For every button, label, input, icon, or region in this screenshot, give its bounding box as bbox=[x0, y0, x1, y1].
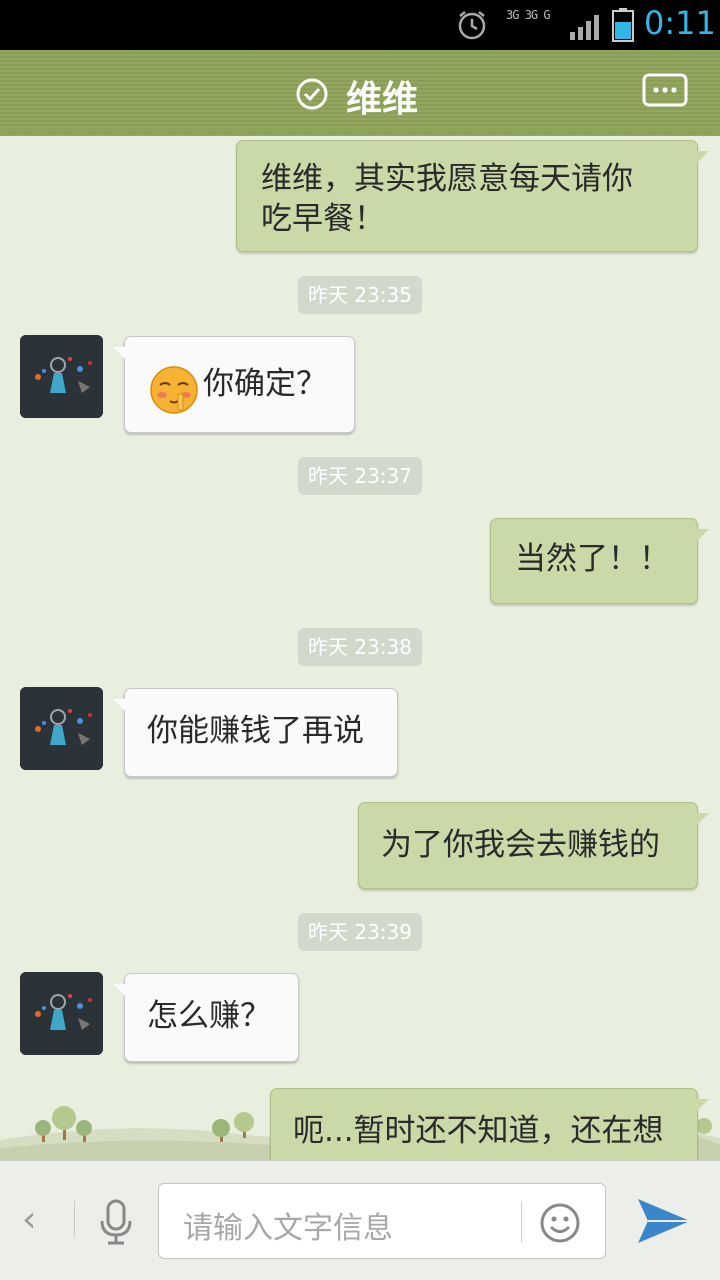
avatar[interactable] bbox=[20, 972, 103, 1055]
avatar-image bbox=[20, 972, 103, 1055]
message-timestamp: 昨天 23:35 bbox=[298, 276, 422, 314]
message-timestamp: 昨天 23:39 bbox=[298, 913, 422, 951]
shy-face-icon bbox=[150, 366, 198, 414]
battery-icon bbox=[612, 8, 634, 42]
message-text: 怎么赚？ bbox=[147, 998, 271, 1034]
chat-bubble-more-icon[interactable] bbox=[642, 73, 688, 111]
input-divider bbox=[74, 1201, 75, 1237]
network-label-1: 3G bbox=[506, 8, 519, 22]
chat-header: 维维 bbox=[0, 50, 720, 136]
avatar[interactable] bbox=[20, 687, 103, 770]
outgoing-message[interactable]: 为了你我会去赚钱的 bbox=[358, 802, 709, 889]
outgoing-message[interactable]: 维维，其实我愿意每天请你 吃早餐！ bbox=[236, 140, 709, 252]
message-timestamp: 昨天 23:37 bbox=[298, 457, 422, 495]
status-clock: 0:11 bbox=[644, 4, 716, 42]
contact-name[interactable]: 维维 bbox=[346, 70, 418, 122]
message-text-line-1: 维维，其实我愿意每天请你 bbox=[261, 161, 633, 197]
header-zigzag-edge bbox=[0, 128, 720, 136]
message-text: 为了你我会去赚钱的 bbox=[381, 827, 660, 863]
message-text: 当然了！！ bbox=[515, 541, 670, 577]
input-bar: ‹ 请输入文字信息 bbox=[0, 1160, 720, 1280]
smiley-icon[interactable] bbox=[539, 1202, 581, 1244]
network-label-2: 3G bbox=[524, 8, 538, 22]
message-text: 呃...暂时还不知道，还在想 bbox=[293, 1113, 664, 1149]
input-separator bbox=[521, 1202, 522, 1242]
check-circle-icon bbox=[296, 78, 328, 110]
send-arrow-icon[interactable] bbox=[636, 1193, 692, 1249]
message-input[interactable]: 请输入文字信息 bbox=[158, 1183, 606, 1259]
microphone-icon[interactable] bbox=[96, 1199, 136, 1245]
incoming-message[interactable]: 你确定？ bbox=[113, 336, 355, 433]
status-bar: 3G 3G G 0:11 bbox=[0, 0, 720, 50]
incoming-message[interactable]: 怎么赚？ bbox=[113, 973, 299, 1062]
message-text-line-2: 吃早餐！ bbox=[261, 201, 385, 237]
avatar[interactable] bbox=[20, 335, 103, 418]
message-list[interactable]: 维维，其实我愿意每天请你 吃早餐！ 昨天 23:35 你确定？ 昨天 23:37… bbox=[0, 136, 720, 1160]
signal-strength-icon bbox=[570, 15, 599, 40]
outgoing-message[interactable]: 当然了！！ bbox=[490, 518, 709, 604]
outgoing-message[interactable]: 呃...暂时还不知道，还在想 bbox=[270, 1088, 709, 1160]
avatar-image bbox=[20, 687, 103, 770]
message-timestamp: 昨天 23:38 bbox=[298, 628, 422, 666]
message-text: 你确定？ bbox=[203, 366, 327, 402]
incoming-message[interactable]: 你能赚钱了再说 bbox=[113, 688, 398, 777]
alarm-clock-icon bbox=[458, 11, 486, 40]
chevron-left-icon[interactable]: ‹ bbox=[22, 1199, 36, 1240]
message-text: 你能赚钱了再说 bbox=[147, 713, 364, 749]
network-label-3: G bbox=[543, 8, 550, 22]
network-indicator: 3G 3G G bbox=[506, 9, 566, 22]
avatar-image bbox=[20, 335, 103, 418]
message-input-placeholder: 请输入文字信息 bbox=[183, 1211, 393, 1246]
